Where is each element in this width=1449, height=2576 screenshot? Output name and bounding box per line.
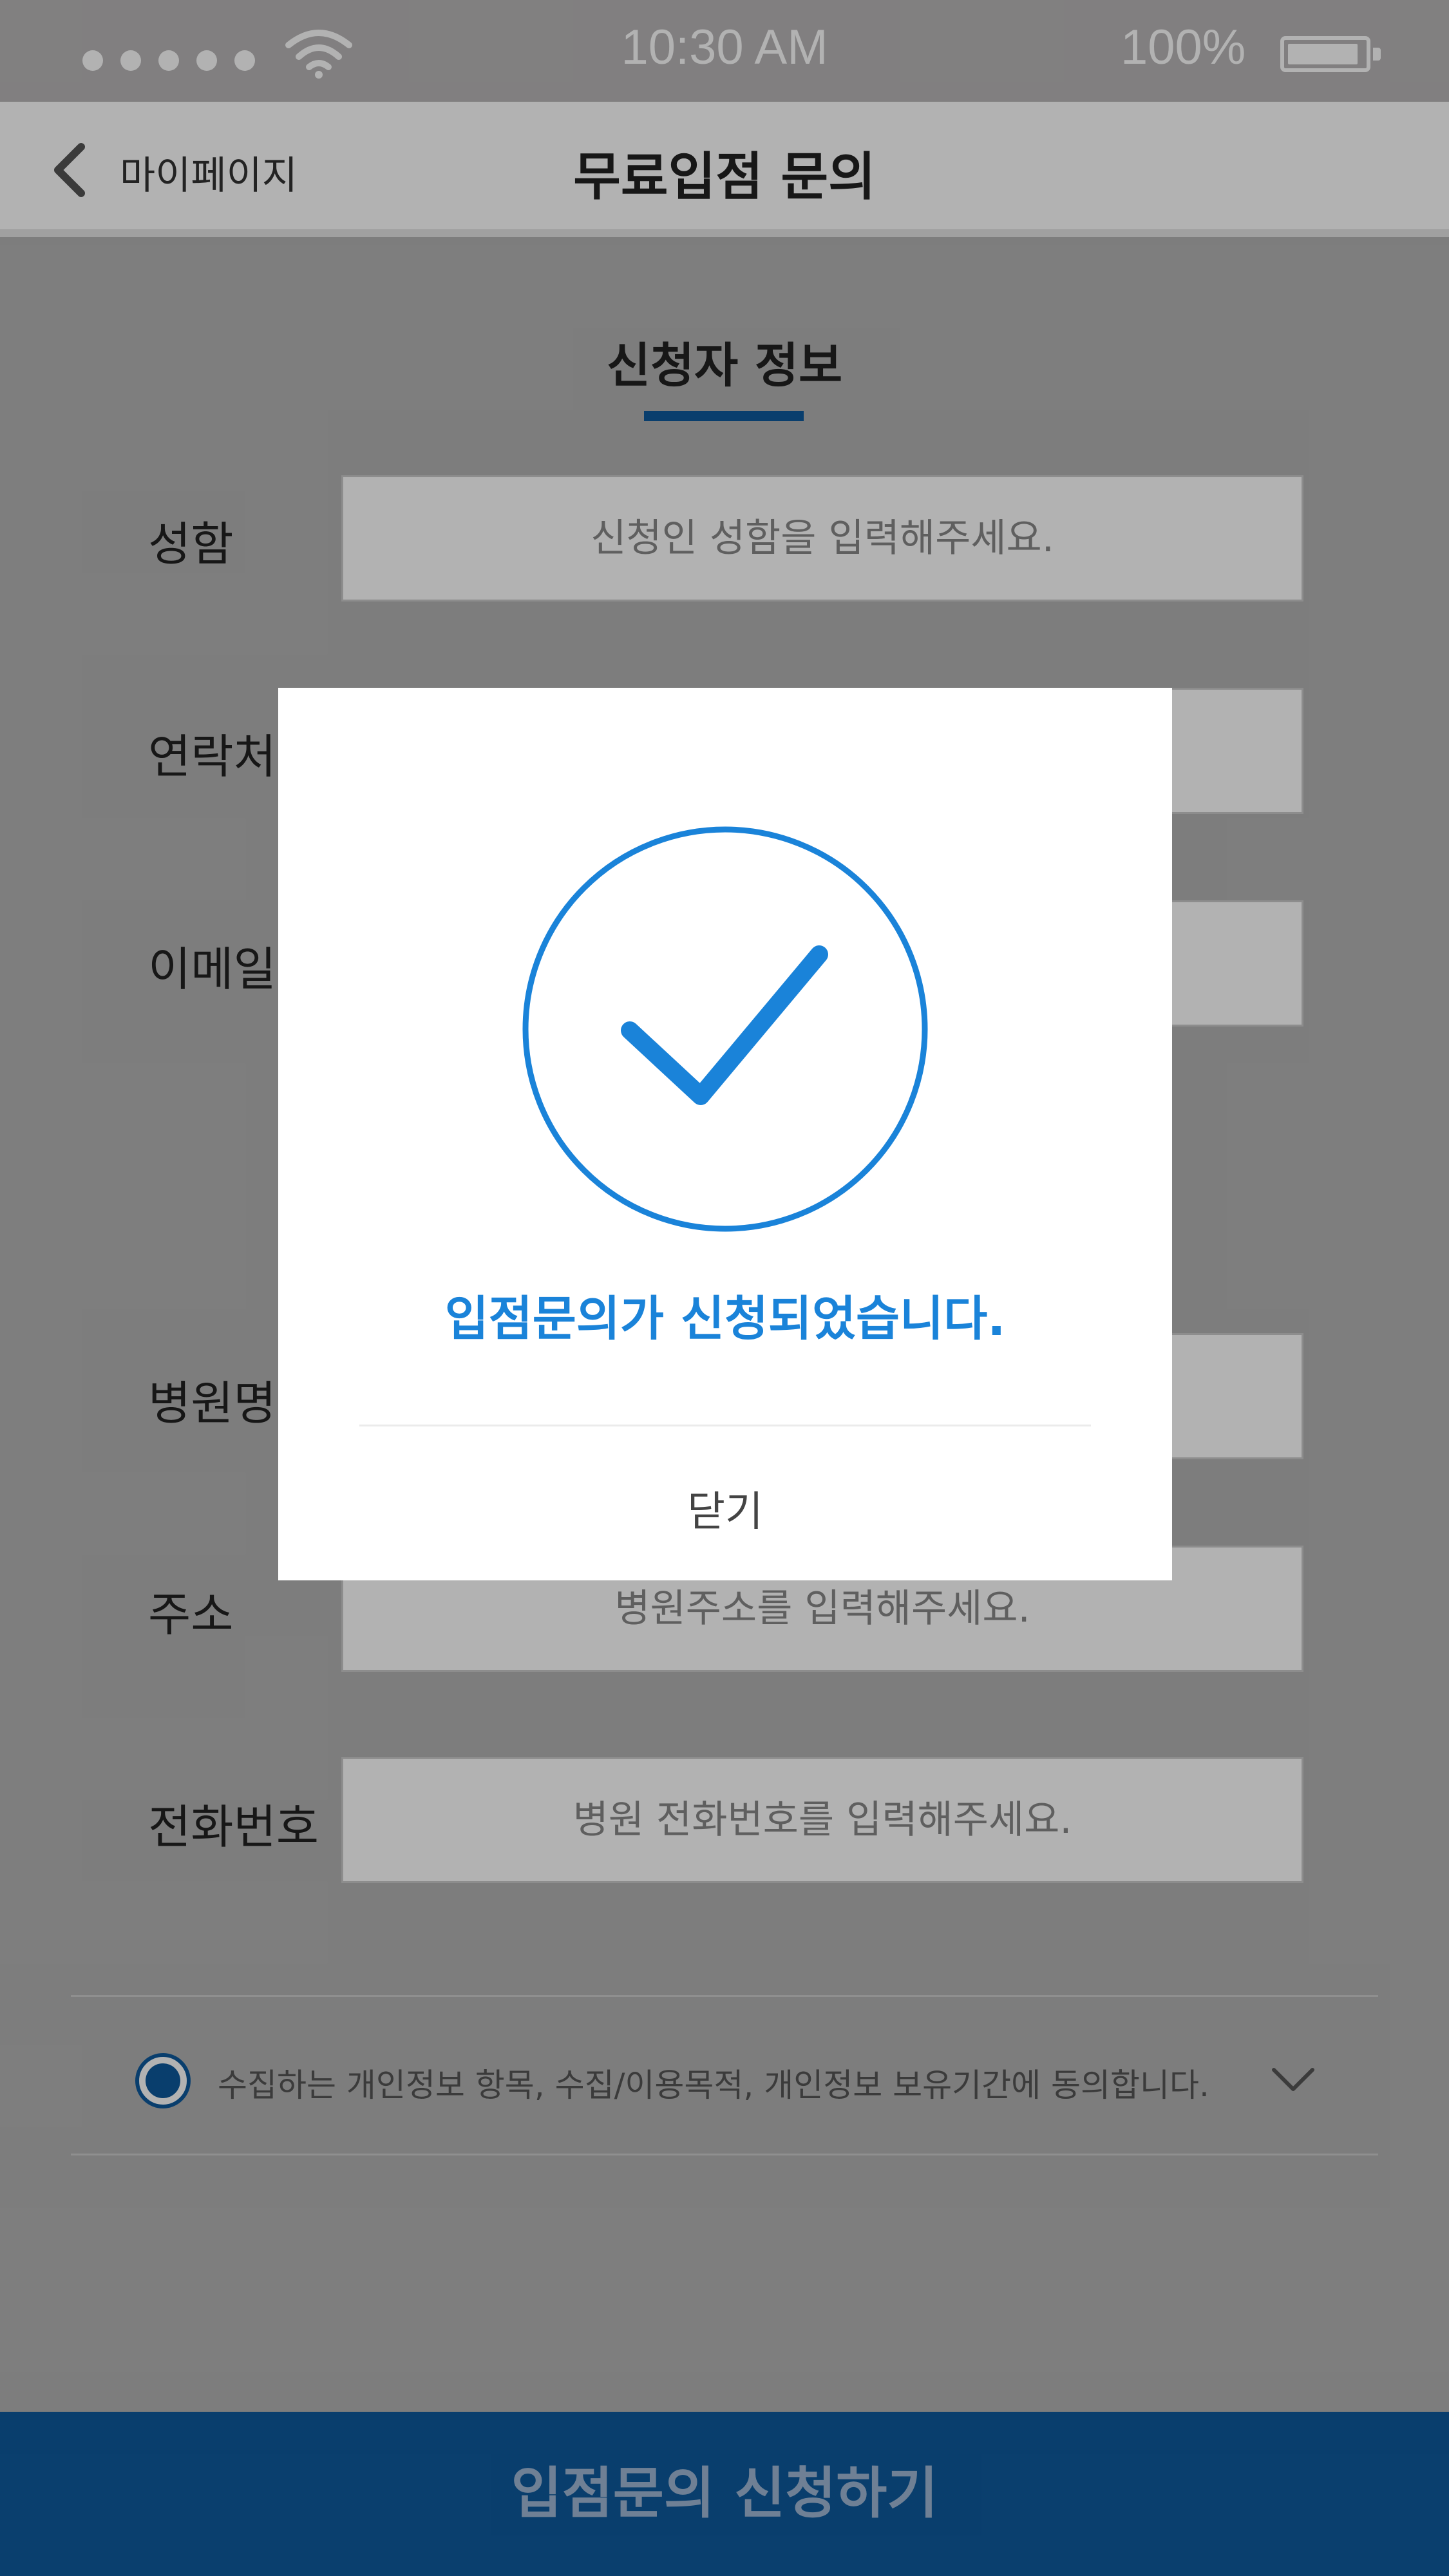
modal-message: 입점문의가 신청되었습니다. [444,1291,1006,1347]
modal-divider [359,1425,1091,1426]
check-circle-icon [522,826,928,1232]
success-modal: 입점문의가 신청되었습니다. 닫기 [278,688,1172,1580]
close-button[interactable]: 닫기 [596,1480,854,1544]
